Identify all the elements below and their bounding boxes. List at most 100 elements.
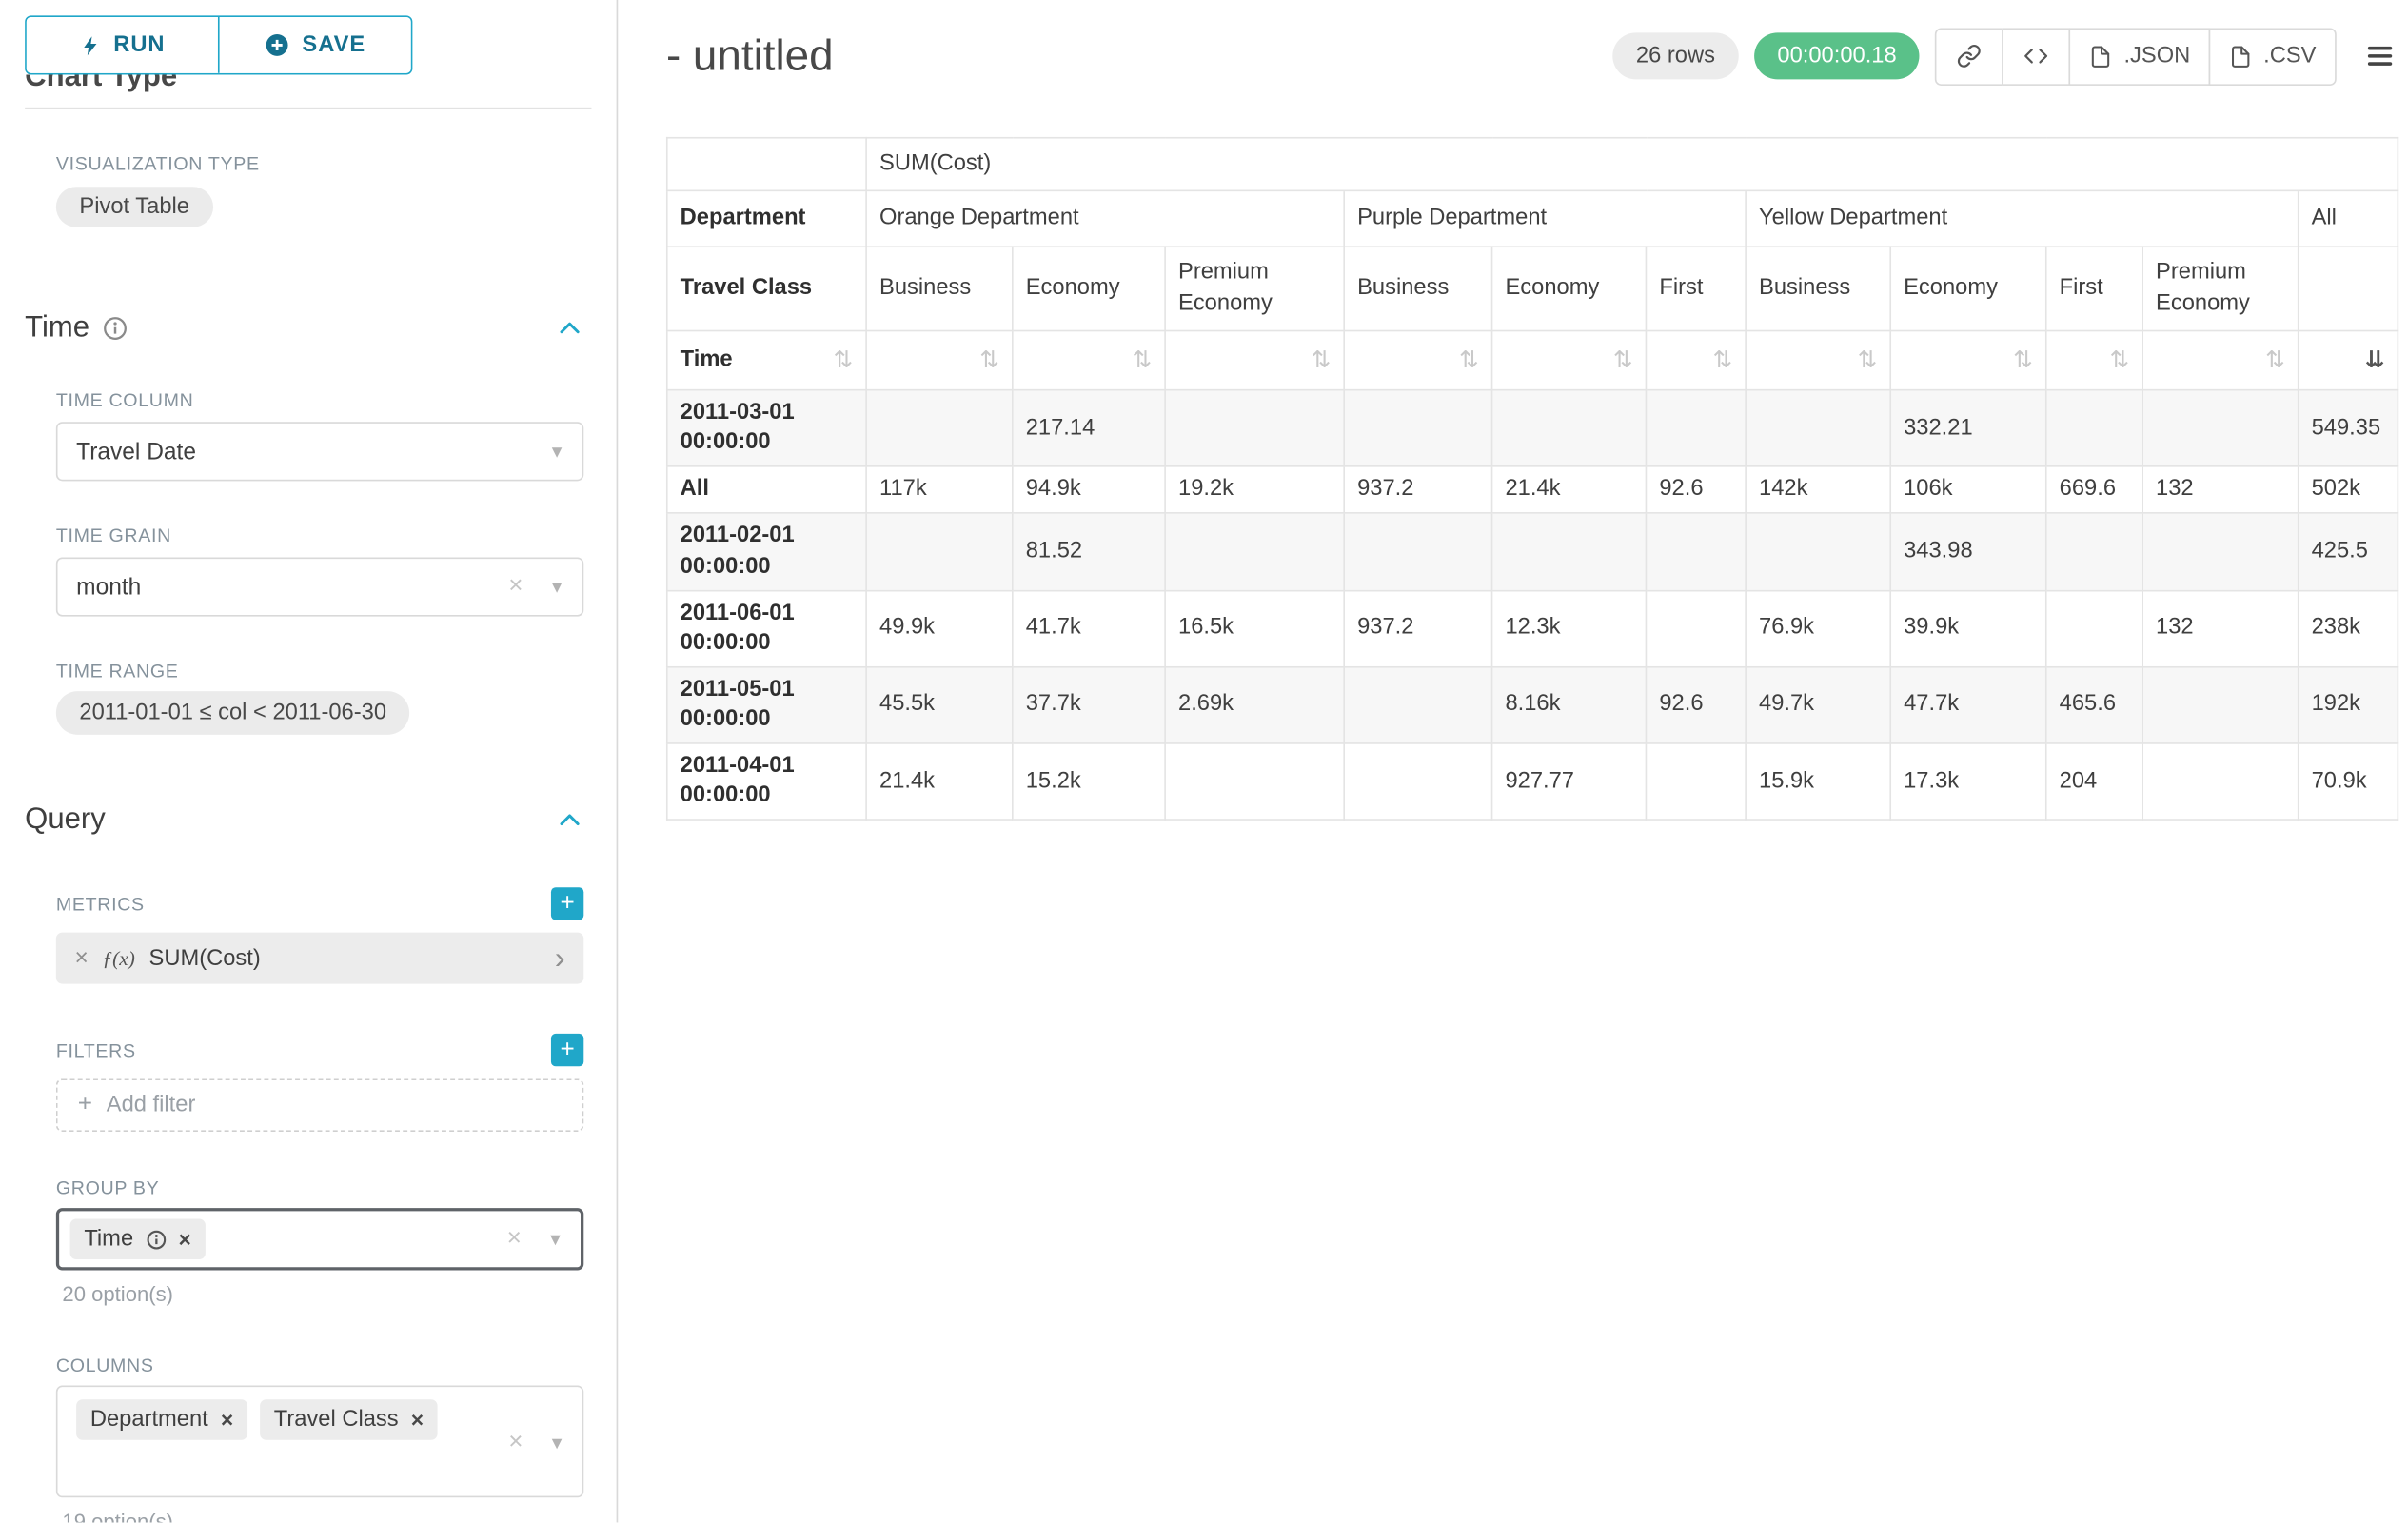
export-json-label: .JSON <box>2123 44 2190 69</box>
value-cell: 669.6 <box>2046 466 2142 513</box>
clear-icon[interactable]: × <box>508 1429 523 1456</box>
time-grain-select[interactable]: month × ▾ <box>56 557 583 616</box>
filters-label-row: FILTERS + <box>56 1034 583 1066</box>
column-sort-cell: ⇅ <box>1165 331 1344 390</box>
row-axis-label-cell: Time⇅ <box>667 331 866 390</box>
remove-metric-icon[interactable]: × <box>75 946 89 970</box>
value-cell <box>1646 743 1746 821</box>
chevron-right-icon[interactable]: › <box>555 942 565 974</box>
sort-icon[interactable]: ⇅ <box>834 348 854 372</box>
value-cell <box>1165 513 1344 590</box>
remove-chip-icon[interactable]: × <box>411 1409 424 1431</box>
column-sort-cell: ⇅ <box>1013 331 1165 390</box>
query-section-header[interactable]: Query <box>25 803 583 838</box>
value-cell <box>1746 513 1890 590</box>
value-cell <box>1746 390 1890 467</box>
sort-icon[interactable]: ⇅ <box>1713 348 1733 372</box>
chevron-down-icon: ▾ <box>552 1431 563 1455</box>
columns-chip[interactable]: Travel Class × <box>260 1399 438 1440</box>
travel-class-header: Economy <box>1890 247 2046 330</box>
value-cell <box>866 513 1013 590</box>
sort-icon[interactable]: ⇅ <box>1858 348 1878 372</box>
pivot-data-row: 2011-04-01 00:00:0021.4k15.2k927.7715.9k… <box>667 743 2398 821</box>
chart-type-section-title: Chart Type <box>25 75 591 97</box>
department-group-header: Purple Department <box>1344 190 1746 247</box>
remove-chip-icon[interactable]: × <box>221 1409 233 1431</box>
info-icon <box>102 316 127 341</box>
value-cell: 41.7k <box>1013 590 1165 667</box>
sort-icon[interactable]: ⇅ <box>1613 348 1633 372</box>
value-cell: 217.14 <box>1013 390 1165 467</box>
group-by-select[interactable]: Time × × ▾ <box>56 1208 583 1270</box>
chart-title[interactable]: - untitled <box>666 31 834 81</box>
export-button-group: .JSON .CSV <box>1936 28 2337 86</box>
add-metric-button[interactable]: + <box>551 887 583 920</box>
value-cell <box>1165 743 1344 821</box>
file-icon <box>2229 45 2253 69</box>
value-cell: 70.9k <box>2299 743 2398 821</box>
sort-icon[interactable]: ⇅ <box>1133 348 1153 372</box>
column-sort-cell: ⇅ <box>1746 331 1890 390</box>
value-cell: 106k <box>1890 466 2046 513</box>
value-cell <box>1646 513 1746 590</box>
row-header-cell: All <box>667 466 866 513</box>
clear-icon[interactable]: × <box>508 573 523 601</box>
chevron-up-icon[interactable] <box>556 314 583 342</box>
export-json-button[interactable]: .JSON <box>2069 28 2210 86</box>
remove-chip-icon[interactable]: × <box>179 1228 191 1250</box>
time-column-select[interactable]: Travel Date ▾ <box>56 422 583 481</box>
columns-chip[interactable]: Department × <box>76 1399 247 1440</box>
run-button[interactable]: RUN <box>27 17 218 73</box>
value-cell: 21.4k <box>866 743 1013 821</box>
export-csv-button[interactable]: .CSV <box>2209 28 2337 86</box>
metric-chip[interactable]: × ƒ(x) SUM(Cost) › <box>56 933 583 984</box>
row-header-cell: 2011-03-01 00:00:00 <box>667 390 866 467</box>
group-by-chip[interactable]: Time × <box>70 1219 206 1260</box>
value-cell: 132 <box>2142 466 2299 513</box>
add-filter-plus-button[interactable]: + <box>551 1034 583 1066</box>
travel-class-header: Premium Economy <box>2142 247 2299 330</box>
group-by-options-hint: 20 option(s) <box>62 1283 583 1307</box>
copy-link-button[interactable] <box>1936 28 2004 86</box>
time-range-value[interactable]: 2011-01-01 ≤ col < 2011-06-30 <box>56 691 410 735</box>
chevron-up-icon[interactable] <box>556 806 583 834</box>
sort-icon[interactable]: ⇅ <box>2110 348 2130 372</box>
sort-icon[interactable]: ⇅ <box>1459 348 1479 372</box>
value-cell <box>1492 390 1647 467</box>
pivot-data-row: 2011-06-01 00:00:0049.9k41.7k16.5k937.21… <box>667 590 2398 667</box>
value-cell: 8.16k <box>1492 667 1647 744</box>
value-cell: 465.6 <box>2046 667 2142 744</box>
metrics-label: METRICS <box>56 893 145 915</box>
travel-class-header: First <box>1646 247 1746 330</box>
columns-select[interactable]: Department × Travel Class × × ▾ <box>56 1386 583 1498</box>
columns-label: COLUMNS <box>56 1355 583 1376</box>
value-cell: 332.21 <box>1890 390 2046 467</box>
clear-icon[interactable]: × <box>507 1225 522 1253</box>
chevron-down-icon: ▾ <box>550 1227 561 1252</box>
add-filter-button[interactable]: + Add filter <box>56 1078 583 1132</box>
sort-icon[interactable]: ⇅ <box>2265 348 2285 372</box>
travel-class-header: Premium Economy <box>1165 247 1344 330</box>
menu-button[interactable] <box>2364 41 2396 72</box>
embed-code-button[interactable] <box>2003 28 2071 86</box>
time-column-value: Travel Date <box>76 438 196 465</box>
value-cell <box>1344 667 1491 744</box>
travel-class-header: Business <box>1344 247 1491 330</box>
visualization-type-value[interactable]: Pivot Table <box>56 187 213 227</box>
column-sort-cell: ⇅ <box>2142 331 2299 390</box>
sort-icon[interactable]: ⇅ <box>2013 348 2033 372</box>
travel-class-header: First <box>2046 247 2142 330</box>
sort-icon[interactable]: ⇊ <box>2365 348 2385 372</box>
info-icon <box>146 1229 166 1249</box>
sort-icon[interactable]: ⇅ <box>979 348 999 372</box>
value-cell <box>2046 590 2142 667</box>
sort-icon[interactable]: ⇅ <box>1312 348 1332 372</box>
value-cell: 92.6 <box>1646 466 1746 513</box>
chevron-down-icon: ▾ <box>552 574 563 599</box>
row-header-cell: 2011-05-01 00:00:00 <box>667 667 866 744</box>
save-button[interactable]: SAVE <box>218 17 411 73</box>
time-section-header[interactable]: Time <box>25 311 583 346</box>
time-grain-value: month <box>76 574 141 601</box>
value-cell: 549.35 <box>2299 390 2398 467</box>
value-cell <box>1492 513 1647 590</box>
